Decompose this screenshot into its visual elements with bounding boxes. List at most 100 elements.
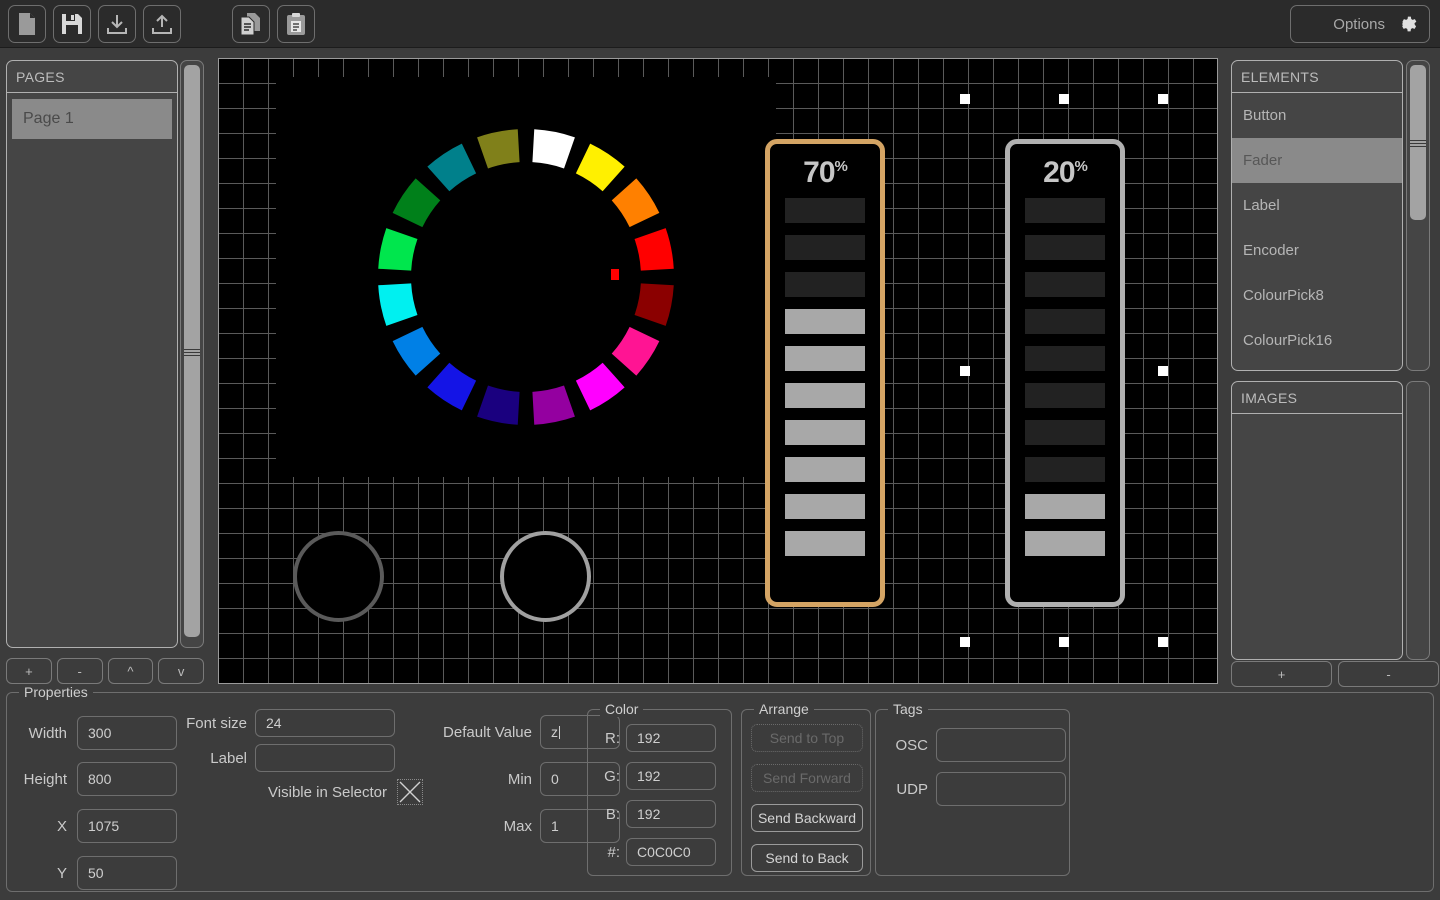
colour-wheel-segment[interactable]: [532, 129, 574, 168]
osc-label: OSC: [890, 737, 928, 754]
elements-scrollbar[interactable]: [1406, 60, 1430, 371]
colour-wheel-segment[interactable]: [532, 386, 574, 425]
colour-wheel-segment[interactable]: [378, 228, 417, 270]
colour-wheel-segment[interactable]: [477, 129, 519, 168]
send-backward-button[interactable]: Send Backward: [751, 804, 863, 832]
fader-segment: [785, 531, 865, 556]
paste-button[interactable]: [277, 5, 315, 43]
copy-button[interactable]: [232, 5, 270, 43]
arrange-buttons: Send to TopSend ForwardSend BackwardSend…: [751, 724, 863, 872]
move-page-down-button[interactable]: v: [158, 658, 204, 684]
arrange-legend: Arrange: [754, 701, 814, 717]
colour-wheel-segment[interactable]: [393, 327, 441, 376]
new-file-button[interactable]: [8, 5, 46, 43]
selection-handle-middle-right[interactable]: [1158, 366, 1168, 376]
font-size-input[interactable]: 24: [255, 709, 395, 737]
color-hex-input[interactable]: C0C0C0: [626, 838, 716, 866]
page-list-item[interactable]: Page 1: [12, 99, 172, 139]
selection-handle-bottom-left[interactable]: [960, 637, 970, 647]
x-label: X: [15, 818, 67, 835]
colour-wheel-segment[interactable]: [612, 327, 660, 376]
save-button[interactable]: [53, 5, 91, 43]
pages-scrollbar-thumb[interactable]: [184, 65, 200, 637]
canvas-element-fader-70[interactable]: 70%: [765, 139, 885, 607]
colour-wheel-segment[interactable]: [576, 144, 625, 192]
y-input[interactable]: 50: [77, 856, 177, 890]
fader-segment: [1025, 531, 1105, 556]
options-button[interactable]: Options: [1290, 5, 1430, 43]
add-page-button[interactable]: +: [6, 658, 52, 684]
colour-wheel-segment[interactable]: [635, 283, 674, 325]
elements-list-item-label: Button: [1243, 107, 1286, 124]
elements-list-item-colourpick16[interactable]: ColourPick16: [1232, 318, 1402, 363]
width-input[interactable]: 300: [77, 716, 177, 750]
canvas-element-encoder-1[interactable]: [293, 531, 384, 622]
images-scrollbar[interactable]: [1406, 381, 1430, 660]
properties-panel: Properties Width 300 Height 800 X 1075 Y…: [6, 692, 1434, 892]
elements-list-item-label[interactable]: Label: [1232, 183, 1402, 228]
remove-image-button[interactable]: -: [1338, 661, 1439, 687]
remove-page-button[interactable]: -: [57, 658, 103, 684]
max-label: Max: [402, 818, 532, 835]
selection-handle-top-center[interactable]: [1059, 94, 1069, 104]
import-button[interactable]: [98, 5, 136, 43]
color-g-input[interactable]: 192: [626, 762, 716, 790]
scrollbar-grip-icon: [184, 349, 200, 356]
fader-segment: [785, 235, 865, 260]
canvas-element-encoder-2[interactable]: [500, 531, 591, 622]
canvas-element-colourpick16[interactable]: [276, 77, 776, 477]
selection-handle-top-right[interactable]: [1158, 94, 1168, 104]
selection-handle-top-left[interactable]: [960, 94, 970, 104]
send-forward-button: Send Forward: [751, 764, 863, 792]
udp-input[interactable]: [936, 772, 1066, 806]
height-input[interactable]: 800: [77, 762, 177, 796]
pages-scrollbar[interactable]: [180, 60, 204, 648]
colour-wheel-segment[interactable]: [576, 363, 625, 411]
canvas-element-fader-20[interactable]: 20%: [1005, 139, 1125, 607]
colour-wheel-segment[interactable]: [427, 144, 476, 192]
images-scrollbar-thumb[interactable]: [1410, 386, 1426, 654]
options-label: Options: [1333, 16, 1385, 33]
colour-wheel-segment[interactable]: [477, 386, 519, 425]
font-size-label: Font size: [179, 715, 247, 732]
clipboard-icon: [285, 12, 307, 36]
osc-input[interactable]: [936, 728, 1066, 762]
floppy-disk-icon: [61, 13, 83, 35]
elements-scrollbar-thumb[interactable]: [1410, 65, 1426, 220]
fader-segment: [1025, 198, 1105, 223]
elements-list-item-fader[interactable]: Fader: [1232, 138, 1402, 183]
elements-list-item-encoder[interactable]: Encoder: [1232, 228, 1402, 273]
fader-value-label: 20%: [1043, 156, 1087, 190]
fader-segment: [785, 494, 865, 519]
fader-segment: [1025, 272, 1105, 297]
colour-wheel-segment[interactable]: [378, 283, 417, 325]
selection-handle-middle-left[interactable]: [960, 366, 970, 376]
color-r-input[interactable]: 192: [626, 724, 716, 752]
color-hex-label: #:: [594, 844, 620, 861]
add-image-button[interactable]: +: [1231, 661, 1332, 687]
elements-list-item-colourpick8[interactable]: ColourPick8: [1232, 273, 1402, 318]
colour-wheel-segment[interactable]: [612, 178, 660, 227]
colour-wheel-segment[interactable]: [427, 363, 476, 411]
y-label: Y: [15, 865, 67, 882]
label-field-input[interactable]: [255, 744, 395, 772]
send-to-back-button[interactable]: Send to Back: [751, 844, 863, 872]
label-field-label: Label: [179, 750, 247, 767]
app-root: Options PAGES Page 1 + - ^ v: [0, 0, 1440, 900]
selection-handle-bottom-center[interactable]: [1059, 637, 1069, 647]
selection-handle-bottom-right[interactable]: [1158, 637, 1168, 647]
color-g-label: G:: [594, 768, 620, 785]
fader-segment: [1025, 420, 1105, 445]
colour-wheel-segment[interactable]: [393, 178, 441, 227]
design-canvas[interactable]: 70% 20%: [218, 58, 1218, 684]
move-page-up-button[interactable]: ^: [108, 658, 154, 684]
colour-wheel-segment[interactable]: [635, 228, 674, 270]
top-toolbar: Options: [0, 0, 1440, 48]
elements-list-item-label: ColourPick16: [1243, 332, 1332, 349]
color-b-input[interactable]: 192: [626, 800, 716, 828]
elements-list-item-button[interactable]: Button: [1232, 93, 1402, 138]
x-input[interactable]: 1075: [77, 809, 177, 843]
text-caret: [559, 726, 560, 739]
export-button[interactable]: [143, 5, 181, 43]
colour-wheel-marker: [611, 269, 619, 280]
